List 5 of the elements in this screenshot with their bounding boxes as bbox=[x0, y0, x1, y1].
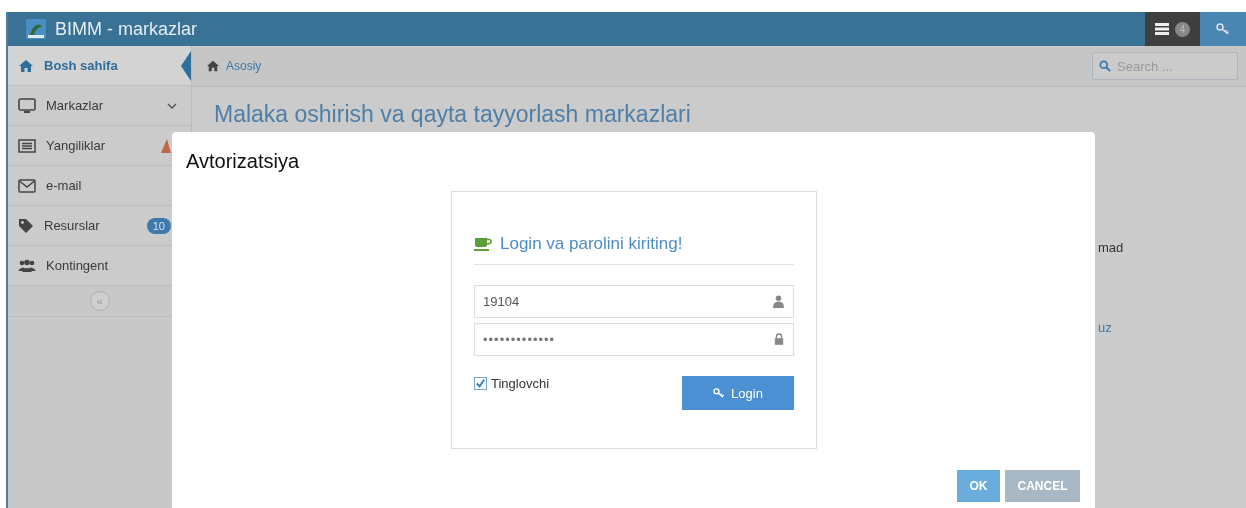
login-heading: Login va parolini kiriting! bbox=[500, 234, 683, 254]
page-title: Malaka oshirish va qayta tayyorlash markazlari bbox=[214, 101, 692, 128]
count-badge: 10 bbox=[146, 217, 171, 234]
checkbox-label: Tinglovchi bbox=[491, 376, 550, 391]
app-title: BIMM - markazlar bbox=[55, 18, 197, 40]
